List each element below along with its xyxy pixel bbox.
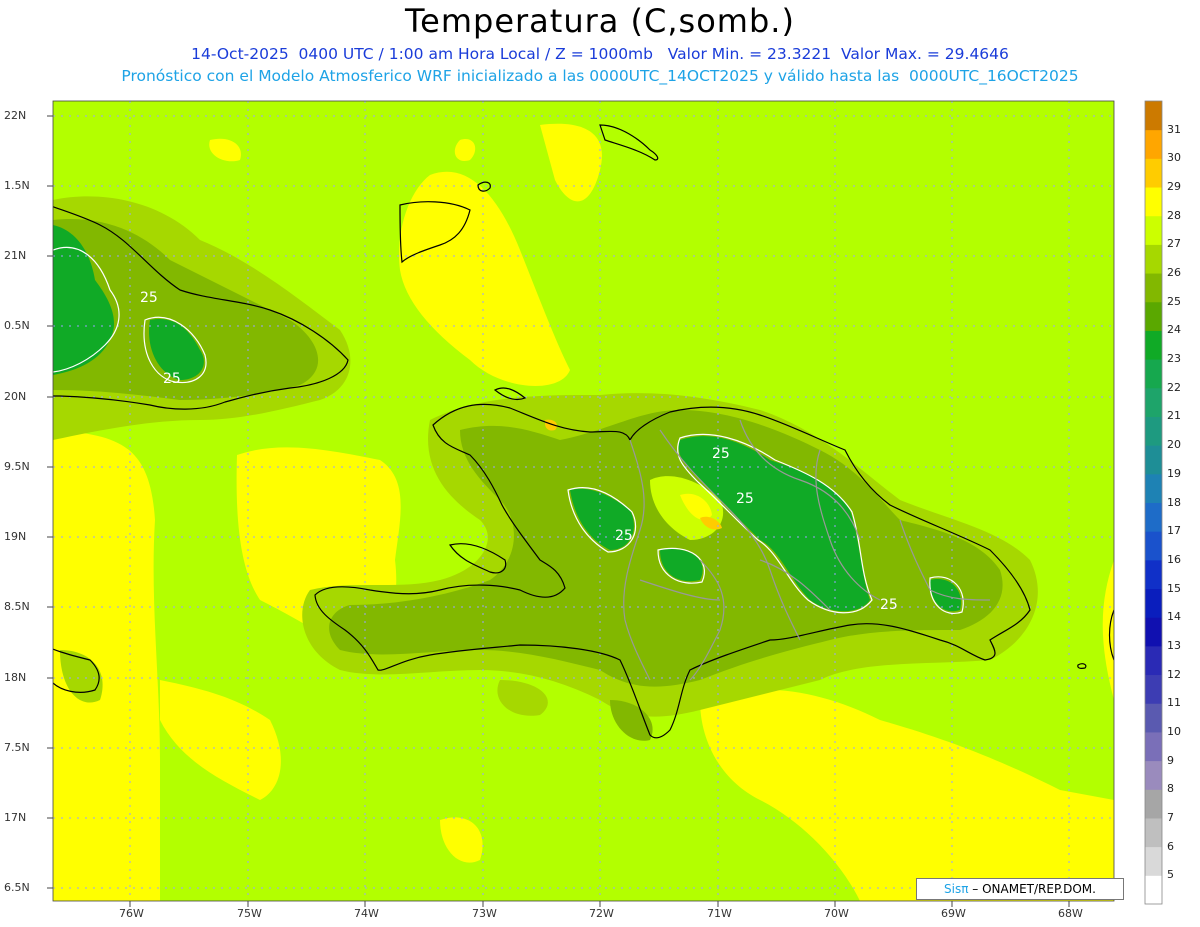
colorbar-label: 26 bbox=[1167, 266, 1181, 280]
colorbar-label: 25 bbox=[1167, 294, 1181, 308]
colorbar-label: 12 bbox=[1167, 667, 1181, 681]
colorbar-label: 22 bbox=[1167, 380, 1181, 394]
lon-label: 69W bbox=[941, 907, 966, 920]
lat-label: 6.5N bbox=[4, 881, 30, 894]
lat-label: 22N bbox=[4, 109, 27, 122]
lat-label: 20N bbox=[4, 390, 27, 403]
lat-label: 1.5N bbox=[4, 179, 30, 192]
colorbar-swatch bbox=[1145, 244, 1162, 274]
colorbar-swatch bbox=[1145, 445, 1162, 475]
lat-label: 8.5N bbox=[4, 600, 30, 613]
colorbar-swatch bbox=[1145, 502, 1162, 532]
colorbar-swatch bbox=[1145, 674, 1162, 704]
colorbar-swatch bbox=[1145, 215, 1162, 245]
colorbar-swatch bbox=[1145, 129, 1162, 159]
colorbar-swatch bbox=[1145, 330, 1162, 360]
lat-label: 19N bbox=[4, 530, 27, 543]
lon-label: 70W bbox=[824, 907, 849, 920]
contour-label: 25 bbox=[615, 528, 633, 544]
colorbar-label: 13 bbox=[1167, 638, 1181, 652]
colorbar-label: 24 bbox=[1167, 323, 1181, 337]
colorbar-swatch bbox=[1145, 416, 1162, 446]
colorbar-swatch bbox=[1145, 101, 1162, 131]
colorbar-label: 16 bbox=[1167, 552, 1181, 566]
lat-label: 18N bbox=[4, 671, 27, 684]
colorbar-label: 23 bbox=[1167, 352, 1181, 366]
colorbar-swatch bbox=[1145, 617, 1162, 647]
colorbar-label: 11 bbox=[1167, 696, 1181, 710]
lat-label: 0.5N bbox=[4, 319, 30, 332]
lon-label: 71W bbox=[707, 907, 732, 920]
colorbar-label: 10 bbox=[1167, 724, 1181, 738]
lon-label: 68W bbox=[1058, 907, 1083, 920]
colorbar-label: 6 bbox=[1167, 839, 1174, 853]
colorbar-swatch bbox=[1145, 846, 1162, 876]
colorbar-label: 21 bbox=[1167, 409, 1181, 423]
colorbar-label: 19 bbox=[1167, 466, 1181, 480]
colorbar-swatch bbox=[1145, 817, 1162, 848]
contour-label: 25 bbox=[880, 597, 898, 613]
lon-label: 74W bbox=[354, 907, 379, 920]
colorbar-label: 27 bbox=[1167, 237, 1181, 251]
credit-box: Sisπ – ONAMET/REP.DOM. bbox=[916, 878, 1124, 900]
colorbar-swatch bbox=[1145, 645, 1162, 676]
colorbar-swatch bbox=[1145, 387, 1162, 417]
colorbar-swatch bbox=[1145, 359, 1162, 389]
colorbar-swatch bbox=[1145, 559, 1162, 590]
lat-label: 17N bbox=[4, 811, 27, 824]
lon-label: 76W bbox=[119, 907, 144, 920]
colorbar-label: 28 bbox=[1167, 208, 1181, 222]
colorbar-label: 17 bbox=[1167, 524, 1181, 538]
colorbar-swatch bbox=[1145, 301, 1162, 331]
lat-label: 7.5N bbox=[4, 741, 30, 754]
contour-label: 25 bbox=[163, 371, 181, 387]
lon-label: 73W bbox=[472, 907, 497, 920]
colorbar-swatch bbox=[1145, 273, 1162, 303]
colorbar-swatch bbox=[1145, 703, 1162, 733]
colorbar-label: 7 bbox=[1167, 810, 1174, 824]
colorbar-swatch bbox=[1145, 588, 1162, 618]
sispi-logo: Sisπ bbox=[944, 882, 969, 896]
colorbar-swatch bbox=[1145, 731, 1162, 762]
map-plot-area: 25 25 25 25 25 25 bbox=[53, 101, 1114, 901]
colorbar-label: 15 bbox=[1167, 581, 1181, 595]
temperature-map: 25 25 25 25 25 25 bbox=[47, 100, 1163, 907]
contour-label: 25 bbox=[712, 446, 730, 462]
colorbar-label: 5 bbox=[1167, 868, 1174, 882]
lat-label: 9.5N bbox=[4, 460, 30, 473]
lon-label: 75W bbox=[237, 907, 262, 920]
colorbar-label: 18 bbox=[1167, 495, 1181, 509]
contour-label: 25 bbox=[140, 290, 158, 306]
colorbar-swatch bbox=[1145, 789, 1162, 819]
lon-label: 72W bbox=[589, 907, 614, 920]
credit-text: – ONAMET/REP.DOM. bbox=[972, 882, 1096, 896]
colorbar-swatch bbox=[1145, 187, 1162, 217]
colorbar-label: 14 bbox=[1167, 610, 1181, 624]
lat-label: 21N bbox=[4, 249, 27, 262]
colorbar-swatch bbox=[1145, 473, 1162, 503]
colorbar-label: 29 bbox=[1167, 180, 1181, 194]
colorbar-label: 31 bbox=[1167, 122, 1181, 136]
colorbar-swatch bbox=[1145, 760, 1162, 790]
colorbar-label: 30 bbox=[1167, 151, 1181, 165]
colorbar bbox=[1144, 100, 1163, 905]
colorbar-swatch bbox=[1145, 158, 1162, 188]
colorbar-label: 20 bbox=[1167, 438, 1181, 452]
colorbar-label: 9 bbox=[1167, 753, 1174, 767]
colorbar-swatch bbox=[1145, 531, 1162, 561]
colorbar-swatch bbox=[1145, 875, 1162, 905]
contour-label: 25 bbox=[736, 491, 754, 507]
colorbar-label: 8 bbox=[1167, 782, 1174, 796]
